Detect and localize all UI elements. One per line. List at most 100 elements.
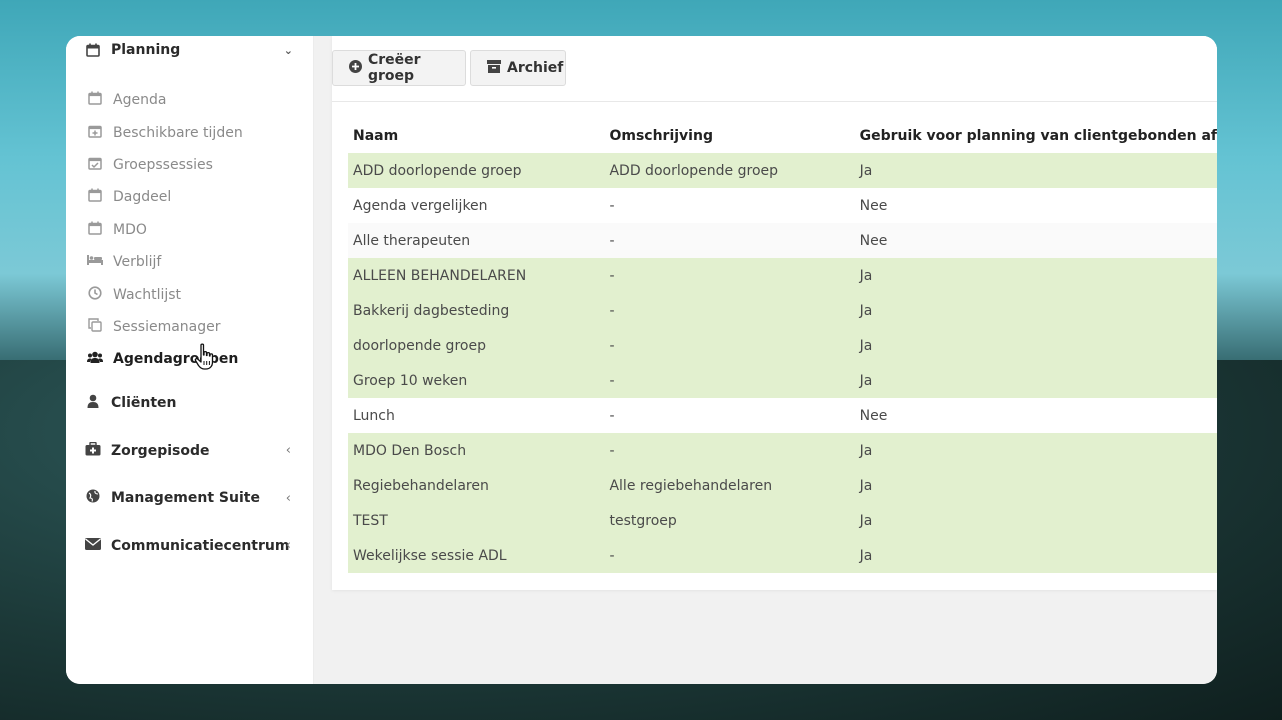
nav-section-label: Communicatiecentrum — [111, 537, 290, 554]
groups-table: Naam Omschrijving Gebruik voor planning … — [348, 118, 1217, 573]
globe-icon — [85, 489, 101, 507]
calendar-icon — [87, 91, 103, 109]
cell-omschrijving: Alle regiebehandelaren — [604, 468, 855, 503]
bed-icon — [87, 254, 103, 270]
cell-omschrijving: - — [604, 328, 855, 363]
user-icon — [85, 394, 101, 412]
cell-naam: TEST — [348, 503, 605, 538]
cell-omschrijving: - — [604, 258, 855, 293]
column-header-naam[interactable]: Naam — [348, 118, 604, 153]
cell-omschrijving: - — [604, 223, 855, 258]
table-row[interactable]: Agenda vergelijken - Nee — [348, 188, 1217, 223]
nav-section-label: Zorgepisode — [111, 442, 210, 459]
column-header-omschrijving[interactable]: Omschrijving — [604, 118, 854, 153]
sidebar-item-label: Dagdeel — [113, 189, 172, 206]
cell-omschrijving: - — [604, 363, 855, 398]
nav-communicatiecentrum[interactable]: Communicatiecentrum ‹ — [66, 522, 313, 570]
cell-naam: doorlopende groep — [348, 328, 605, 363]
app-window: Planning ⌄ Agenda Beschikbare tijden Groep… — [66, 36, 1217, 684]
nav-section-label: Cliënten — [111, 395, 177, 412]
sidebar-item-agendagroepen[interactable]: Agendagroepen — [66, 343, 313, 375]
cell-naam: Lunch — [348, 398, 605, 433]
table-row[interactable]: doorlopende groep - Ja — [348, 328, 1217, 363]
cell-gebruik: Ja — [854, 258, 1217, 293]
table-row[interactable]: TEST testgroep Ja — [348, 503, 1217, 538]
cell-gebruik: Ja — [854, 433, 1217, 468]
nav-section-label: Management Suite — [111, 490, 260, 507]
sidebar-item-label: Wachtlijst — [113, 286, 182, 303]
table-row[interactable]: Groep 10 weken - Ja — [348, 363, 1217, 398]
sidebar-item-dagdeel[interactable]: Dagdeel — [66, 181, 313, 213]
column-header-gebruik[interactable]: Gebruik voor planning van clientgebonden… — [855, 118, 1217, 153]
medkit-icon — [85, 441, 101, 460]
cell-naam: ALLEEN BEHANDELAREN — [348, 258, 605, 293]
table-row[interactable]: ALLEEN BEHANDELAREN - Ja — [348, 258, 1217, 293]
sidebar-item-groepssessies[interactable]: Groepssessies — [66, 149, 313, 181]
sidebar-item-agenda[interactable]: Agenda — [66, 84, 313, 116]
create-group-label: Creëer groep — [368, 52, 421, 84]
cell-omschrijving: - — [604, 538, 855, 573]
archive-button[interactable]: Archief — [470, 50, 566, 86]
sidebar-item-verblijf[interactable]: Verblijf — [66, 246, 313, 278]
cell-gebruik: Ja — [854, 293, 1217, 328]
table-row[interactable]: Regiebehandelaren Alle regiebehandelaren J… — [348, 468, 1217, 503]
cell-gebruik: Ja — [854, 538, 1217, 573]
sidebar-item-mdo[interactable]: MDO — [66, 214, 313, 246]
cell-gebruik: Ja — [854, 503, 1217, 538]
chevron-down-icon: ⌄ — [283, 43, 293, 57]
sidebar-item-label: Agendagroepen — [113, 351, 239, 368]
calendar-plus-icon — [87, 124, 103, 142]
cell-gebruik: Ja — [854, 328, 1217, 363]
cell-naam: Wekelijkse sessie ADL — [348, 538, 605, 573]
nav-cliënten[interactable]: Cliënten — [66, 380, 313, 428]
chevron-left-icon: ‹ — [285, 538, 291, 554]
sidebar-item-label: Groepssessies — [113, 156, 213, 173]
calendar-icon — [87, 221, 103, 239]
nav-management-suite[interactable]: Management Suite ‹ — [66, 475, 313, 523]
cell-naam: Alle therapeuten — [348, 223, 605, 258]
sidebar-item-label: Beschikbare tijden — [113, 124, 243, 141]
archive-icon — [487, 59, 501, 77]
calendar-icon — [87, 188, 103, 206]
clock-icon — [87, 285, 103, 304]
create-group-button[interactable]: Creëer groep — [332, 50, 466, 86]
hand-pointer-cursor-icon — [194, 343, 218, 371]
copy-icon — [87, 318, 103, 336]
nav-planning[interactable]: Planning ⌄ — [66, 36, 313, 64]
cell-omschrijving: - — [604, 188, 855, 223]
sidebar-item-label: Sessiemanager — [113, 318, 221, 335]
cell-omschrijving: - — [604, 293, 855, 328]
main-content: Creëer groep Archief Naam Omschrijving G… — [314, 36, 1217, 684]
cell-naam: Agenda vergelijken — [348, 188, 605, 223]
sidebar-item-label: Agenda — [113, 92, 167, 109]
cell-gebruik: Ja — [854, 153, 1217, 188]
sidebar-item-beschikbare-tijden[interactable]: Beschikbare tijden — [66, 116, 313, 148]
nav-zorgepisode[interactable]: Zorgepisode ‹ — [66, 427, 313, 475]
envelope-icon — [85, 537, 101, 554]
sidebar-item-sessiemanager[interactable]: Sessiemanager — [66, 311, 313, 343]
cell-naam: Bakkerij dagbesteding — [348, 293, 605, 328]
cell-gebruik: Nee — [854, 188, 1217, 223]
table-row[interactable]: ADD doorlopende groep ADD doorlopende gro… — [348, 153, 1217, 188]
cell-omschrijving: - — [604, 398, 855, 433]
table-row[interactable]: Wekelijkse sessie ADL - Ja — [348, 538, 1217, 573]
sidebar-item-wachtlijst[interactable]: Wachtlijst — [66, 278, 313, 310]
archive-label: Archief — [507, 60, 564, 76]
cell-gebruik: Ja — [854, 468, 1217, 503]
chevron-left-icon: ‹ — [285, 443, 291, 459]
calendar-check-icon — [87, 156, 103, 174]
chevron-left-icon: ‹ — [285, 490, 291, 506]
toolbar: Creëer groep Archief — [332, 36, 1217, 102]
table-row[interactable]: Alle therapeuten - Nee — [348, 223, 1217, 258]
cell-omschrijving: - — [604, 433, 855, 468]
cell-omschrijving: ADD doorlopende groep — [604, 153, 855, 188]
groups-panel: Creëer groep Archief Naam Omschrijving G… — [332, 36, 1217, 590]
plus-circle-icon — [349, 59, 362, 77]
nav-planning-label: Planning — [111, 42, 181, 58]
cell-naam: Regiebehandelaren — [348, 468, 605, 503]
table-row[interactable]: MDO Den Bosch - Ja — [348, 433, 1217, 468]
table-row[interactable]: Lunch - Nee — [348, 398, 1217, 433]
sidebar-item-label: Verblijf — [113, 254, 162, 271]
table-row[interactable]: Bakkerij dagbesteding - Ja — [348, 293, 1217, 328]
cell-gebruik: Nee — [854, 398, 1217, 433]
